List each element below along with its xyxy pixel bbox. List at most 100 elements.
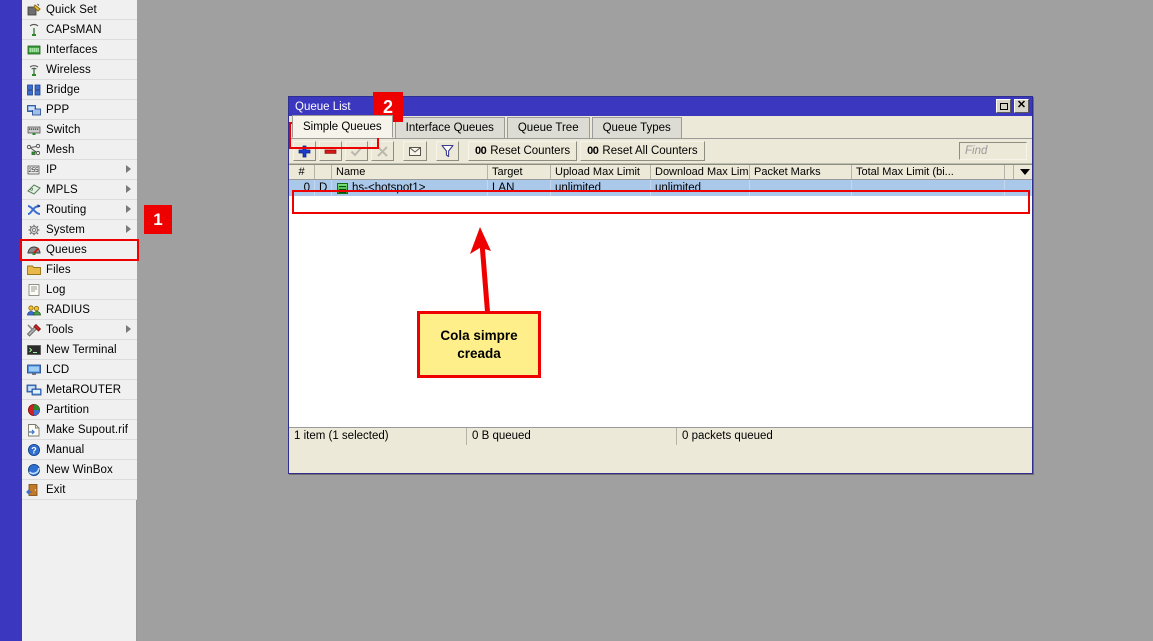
close-button[interactable]: ✕ <box>1014 99 1029 113</box>
column-header-num[interactable]: # <box>289 165 315 179</box>
sidebar-item-lcd[interactable]: LCD <box>22 360 137 380</box>
mesh-icon <box>25 142 43 158</box>
maximize-button[interactable] <box>996 99 1011 113</box>
partition-icon <box>26 403 42 417</box>
sidebar-item-label: Routing <box>46 204 86 216</box>
sidebar-item-exit[interactable]: Exit <box>22 480 137 500</box>
sidebar-item-system[interactable]: System <box>22 220 137 240</box>
tab-label: Queue Types <box>603 122 671 134</box>
sidebar-item-label: RADIUS <box>46 304 90 316</box>
window-title: Queue List <box>295 101 351 113</box>
sidebar-item-log[interactable]: Log <box>22 280 137 300</box>
column-header-target[interactable]: Target <box>488 165 551 179</box>
add-queue-button[interactable] <box>293 141 316 161</box>
sidebar-item-ppp[interactable]: PPP <box>22 100 137 120</box>
sidebar-item-label: Interfaces <box>46 44 98 56</box>
queue-icon <box>337 183 348 194</box>
capsman-icon <box>25 22 43 38</box>
sidebar-item-label: MetaROUTER <box>46 384 121 396</box>
sidebar-item-tools[interactable]: Tools <box>22 320 137 340</box>
ppp-icon <box>26 103 42 117</box>
sidebar-item-label: Queues <box>46 244 87 256</box>
sidebar-item-routing[interactable]: Routing <box>22 200 137 220</box>
status-bar: 1 item (1 selected)0 B queued0 packets q… <box>289 427 1032 445</box>
submenu-arrow-icon <box>126 205 131 213</box>
enable-queue-button[interactable] <box>345 141 368 161</box>
sidebar-item-files[interactable]: Files <box>22 260 137 280</box>
sidebar-item-new-winbox[interactable]: New WinBox <box>22 460 137 480</box>
tab-label: Queue Tree <box>518 122 579 134</box>
filter-button[interactable] <box>436 141 459 161</box>
table-row[interactable]: 0Dhs-<hotspot1>LANunlimitedunlimited <box>289 180 1032 196</box>
sidebar-item-label: New WinBox <box>46 464 113 476</box>
sidebar-item-capsman[interactable]: CAPsMAN <box>22 20 137 40</box>
reset-counters-label: Reset Counters <box>490 145 570 157</box>
sidebar-item-make-supout-rif[interactable]: Make Supout.rif <box>22 420 137 440</box>
capsman-icon <box>26 23 42 37</box>
ip-icon: 255 <box>26 163 42 177</box>
find-input[interactable]: Find <box>959 142 1027 160</box>
window-controls: ✕ <box>996 99 1029 113</box>
sidebar-item-mesh[interactable]: Mesh <box>22 140 137 160</box>
manual-icon: ? <box>26 443 42 457</box>
reset-all-counters-button[interactable]: 00 Reset All Counters <box>580 141 705 161</box>
column-header-upload[interactable]: Upload Max Limit <box>551 165 651 179</box>
files-icon <box>26 263 42 277</box>
column-header-marks[interactable]: Packet Marks <box>750 165 852 179</box>
radius-icon <box>25 302 43 318</box>
sidebar-item-switch[interactable]: Switch <box>22 120 137 140</box>
sidebar-item-ip[interactable]: 255 IP <box>22 160 137 180</box>
step-badge-1: 1 <box>144 205 172 234</box>
minus-icon <box>324 145 337 158</box>
sidebar-item-queues[interactable]: Queues <box>22 240 137 260</box>
queues-icon <box>25 242 43 258</box>
sidebar-item-quick-set[interactable]: Quick Set <box>22 0 137 20</box>
files-icon <box>25 262 43 278</box>
sidebar-item-label: Manual <box>46 444 84 456</box>
ip-icon: 255 <box>25 162 43 178</box>
queue-table: # NameTargetUpload Max LimitDownload Max … <box>289 164 1032 427</box>
sidebar-item-label: Partition <box>46 404 89 416</box>
column-header-flag[interactable] <box>315 165 332 179</box>
tab-interface-queues[interactable]: Interface Queues <box>395 117 505 138</box>
tab-simple-queues[interactable]: Simple Queues <box>292 115 393 138</box>
sidebar-item-wireless[interactable]: Wireless <box>22 60 137 80</box>
disable-queue-button[interactable] <box>371 141 394 161</box>
tab-queue-types[interactable]: Queue Types <box>592 117 682 138</box>
mesh-icon <box>26 143 42 157</box>
sidebar-item-mpls[interactable]: MPLS <box>22 180 137 200</box>
remove-queue-button[interactable] <box>319 141 342 161</box>
sidebar-item-label: Files <box>46 264 71 276</box>
status-cell-1: 0 B queued <box>467 428 677 445</box>
switch-icon <box>25 122 43 138</box>
maximize-icon <box>1000 103 1008 110</box>
sidebar-item-bridge[interactable]: Bridge <box>22 80 137 100</box>
comment-button[interactable] <box>403 141 427 161</box>
system-icon <box>26 223 42 237</box>
callout-note: Cola simpre creada <box>417 311 541 378</box>
column-header-name[interactable]: Name <box>332 165 488 179</box>
quick-set-icon <box>26 3 42 17</box>
column-chooser-button[interactable] <box>1014 165 1032 179</box>
tab-queue-tree[interactable]: Queue Tree <box>507 117 590 138</box>
reset-all-counters-prefix: 00 <box>587 145 598 157</box>
queue-list-window: Queue List ✕ Simple QueuesInterface Queu… <box>288 96 1033 474</box>
interfaces-icon <box>26 43 42 57</box>
sidebar-item-label: IP <box>46 164 57 176</box>
sidebar-item-manual[interactable]: ? Manual <box>22 440 137 460</box>
sidebar-item-label: Quick Set <box>46 4 97 16</box>
sidebar-item-radius[interactable]: RADIUS <box>22 300 137 320</box>
mpls-icon <box>26 183 42 197</box>
column-header-download[interactable]: Download Max Limit <box>651 165 750 179</box>
submenu-arrow-icon <box>126 165 131 173</box>
column-header-totalmax[interactable]: Total Max Limit (bi... <box>852 165 1005 179</box>
sidebar-item-partition[interactable]: Partition <box>22 400 137 420</box>
sidebar-item-interfaces[interactable]: Interfaces <box>22 40 137 60</box>
supout-icon <box>25 422 43 438</box>
screen: Quick Set CAPsMAN Interfaces WirelessBridge… <box>0 0 1153 641</box>
cell-marks <box>750 180 852 196</box>
sidebar-item-metarouter[interactable]: MetaROUTER <box>22 380 137 400</box>
reset-counters-button[interactable]: 00 Reset Counters <box>468 141 577 161</box>
table-header-row: # NameTargetUpload Max LimitDownload Max … <box>289 165 1032 180</box>
sidebar-item-new-terminal[interactable]: New Terminal <box>22 340 137 360</box>
